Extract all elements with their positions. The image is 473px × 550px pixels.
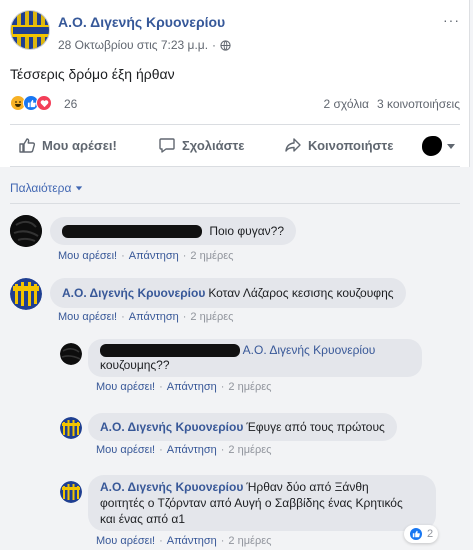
comment-actions: Μου αρέσει! · Απάντηση · 2 ημέρες [96, 535, 272, 547]
comment-label: Σχολιάστε [182, 137, 245, 153]
comment-reply-link[interactable]: Απάντηση [129, 311, 179, 323]
comment: Α.Ο. Διγενής Κρυονερίου Κοταν Λάζαρος κεσ… [10, 278, 460, 338]
avatar[interactable] [60, 481, 82, 503]
comment-text: Κοταν Λάζαρος κεσισης κουζουφης [208, 286, 394, 300]
comment-reaction-count: 2 [427, 528, 434, 540]
club-crest-icon [10, 278, 42, 310]
divider [10, 203, 460, 204]
club-crest-icon [60, 417, 82, 439]
share-audience-selector[interactable] [422, 136, 456, 156]
more-options-icon[interactable]: ··· [443, 12, 460, 28]
comment-bubble: Α.Ο. Διγενής Κρυονερίου Κοταν Λάζαρος κεσ… [50, 278, 406, 308]
comment-like-link[interactable]: Μου αρέσει! [96, 381, 155, 393]
club-crest-icon [11, 11, 49, 49]
post-card: Α.Ο. Διγενής Κρυονερίου 28 Οκτωβρίου στι… [0, 0, 470, 550]
comment-reply-link[interactable]: Απάντηση [167, 381, 217, 393]
reaction-count[interactable]: 26 [64, 97, 77, 111]
comment-like-link[interactable]: Μου αρέσει! [96, 535, 155, 547]
avatar[interactable] [10, 215, 42, 247]
divider [10, 124, 460, 125]
avatar[interactable] [60, 417, 82, 439]
caret-down-icon [76, 186, 83, 191]
comment-icon [159, 138, 175, 153]
like-button[interactable]: Μου αρέσει! [10, 128, 150, 162]
redacted-author [62, 225, 202, 239]
mentioned-page[interactable]: Α.Ο. Διγενής Κρυονερίου [243, 343, 376, 357]
comment-time[interactable]: 2 ημέρες [190, 250, 233, 262]
comment-text: κουζουμης?? [100, 358, 170, 372]
shares-count[interactable]: 3 κοινοποιήσεις [377, 97, 460, 111]
post-meta: 28 Οκτωβρίου στις 7:23 μ.μ. · [58, 38, 231, 52]
avatar[interactable] [60, 343, 82, 365]
comment-actions: Μου αρέσει! · Απάντηση · 2 ημέρες [58, 250, 234, 262]
comment-time[interactable]: 2 ημέρες [228, 444, 271, 456]
reactions-row: 26 2 σχόλια 3 κοινοποιήσεις [10, 95, 460, 115]
like-icon [409, 527, 423, 541]
comment-text: Έφυγε από τους πρώτους [246, 420, 385, 434]
reply: Α.Ο. Διγενής Κρυονερίου Έφυγε από τους πρ… [60, 413, 460, 463]
redacted-avatar [422, 136, 442, 156]
share-label: Κοινοποιήστε [308, 137, 394, 153]
comment-time[interactable]: 2 ημέρες [228, 381, 271, 393]
comment: Ποιο φυγαν?? Μου αρέσει! · Απάντηση · 2 ημέρ… [10, 215, 460, 265]
page-name[interactable]: Α.Ο. Διγενής Κρυονερίου [58, 14, 225, 30]
comment-like-link[interactable]: Μου αρέσει! [58, 311, 117, 323]
comment-like-link[interactable]: Μου αρέσει! [96, 444, 155, 456]
avatar[interactable] [10, 278, 42, 310]
post-text: Τέσσερις δρόμο έξη ήρθαν [10, 66, 175, 82]
comment-reply-link[interactable]: Απάντηση [167, 444, 217, 456]
love-icon [36, 95, 52, 111]
comment-like-link[interactable]: Μου αρέσει! [58, 250, 117, 262]
redacted-avatar-icon [10, 215, 42, 247]
comment-actions: Μου αρέσει! · Απάντηση · 2 ημέρες [96, 381, 272, 393]
comment-text-line1: Ήρθαν δύο από Ξάνθη [246, 480, 369, 494]
comment-author[interactable]: Α.Ο. Διγενής Κρυονερίου [100, 420, 243, 434]
comment-author[interactable]: Α.Ο. Διγενής Κρυονερίου [62, 286, 205, 300]
comment-actions: Μου αρέσει! · Απάντηση · 2 ημέρες [58, 311, 234, 323]
comment-time[interactable]: 2 ημέρες [190, 311, 233, 323]
comment-button[interactable]: Σχολιάστε [150, 128, 276, 162]
comment-author[interactable]: Α.Ο. Διγενής Κρυονερίου [100, 480, 243, 494]
comment-bubble: Ποιο φυγαν?? [50, 217, 296, 245]
sep-dot: · [212, 38, 217, 52]
comment-bubble: Α.Ο. Διγενής Κρυονερίου Έφυγε από τους πρ… [88, 413, 397, 441]
reaction-icons[interactable] [10, 95, 52, 111]
comment-text-line3: και ένας από α1 [100, 512, 186, 526]
post-actions: Μου αρέσει! Σχολιάστε Κοινοποιήστε [10, 128, 460, 162]
comment-reply-link[interactable]: Απάντηση [129, 250, 179, 262]
comment-time[interactable]: 2 ημέρες [228, 535, 271, 547]
comments-count[interactable]: 2 σχόλια [324, 97, 369, 111]
caret-down-icon [447, 144, 455, 149]
comment-text-line2: φοιτητές ο Τζόρνταν από Αυγή ο Σαββίδης … [100, 496, 403, 510]
club-crest-icon [60, 481, 82, 503]
engagement-counts: 2 σχόλια 3 κοινοποιήσεις [324, 97, 461, 111]
share-icon [285, 138, 301, 152]
older-label: Παλαιότερα [10, 181, 72, 195]
redacted-avatar-icon [60, 343, 82, 365]
older-comments-link[interactable]: Παλαιότερα [10, 181, 83, 195]
share-button[interactable]: Κοινοποιήστε [276, 128, 402, 162]
reply: Α.Ο. Διγενής Κρυονερίου Ήρθαν δύο από Ξάν… [60, 475, 460, 550]
post-timestamp[interactable]: 28 Οκτωβρίου στις 7:23 μ.μ. [58, 38, 208, 52]
reply: Α.Ο. Διγενής Κρυονερίου κουζουμης?? Μου … [60, 339, 460, 399]
globe-icon [220, 39, 231, 51]
comment-reactions[interactable]: 2 [404, 525, 439, 543]
comment-bubble: Α.Ο. Διγενής Κρυονερίου κουζουμης?? [88, 339, 422, 377]
comment-reply-link[interactable]: Απάντηση [167, 535, 217, 547]
comment-bubble: Α.Ο. Διγενής Κρυονερίου Ήρθαν δύο από Ξάν… [88, 475, 436, 531]
redacted-author [100, 344, 240, 358]
like-label: Μου αρέσει! [42, 137, 117, 153]
thumbs-up-icon [19, 138, 36, 153]
comment-text: Ποιο φυγαν?? [209, 224, 284, 238]
comments-section: Παλαιότερα Ποιο φυγαν?? Μου αρέσει! · Απάν… [0, 167, 470, 550]
page-avatar[interactable] [10, 10, 50, 50]
post-header: Α.Ο. Διγενής Κρυονερίου 28 Οκτωβρίου στι… [10, 10, 460, 54]
comment-actions: Μου αρέσει! · Απάντηση · 2 ημέρες [96, 444, 272, 456]
